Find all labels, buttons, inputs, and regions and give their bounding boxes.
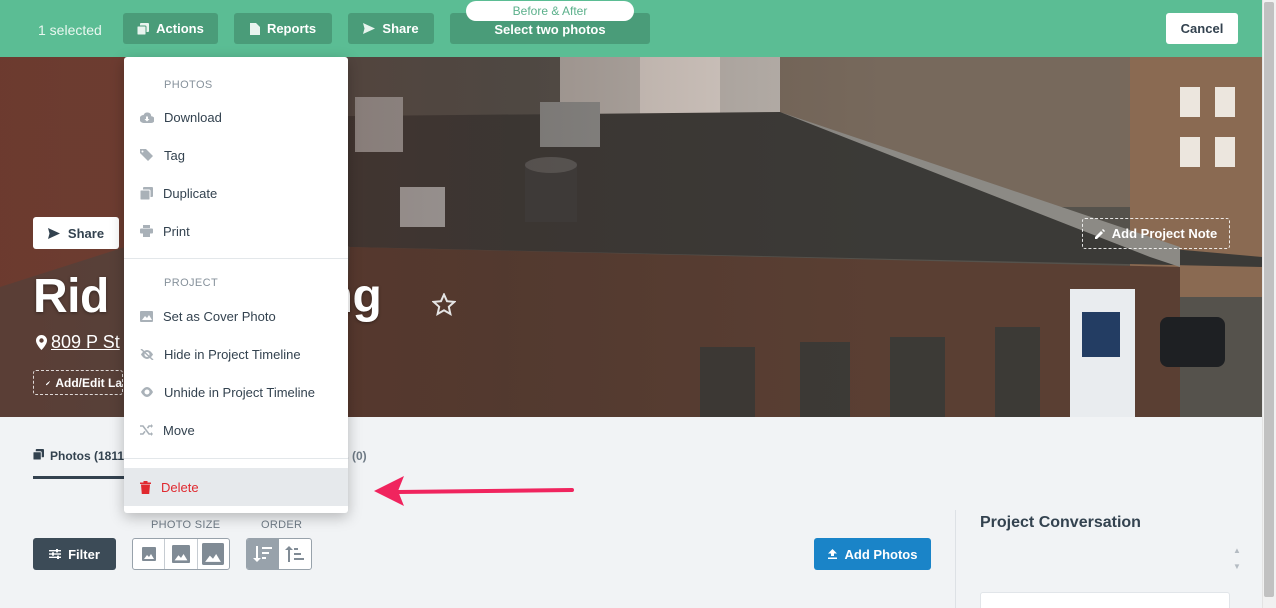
- conversation-scrollbar[interactable]: ▲ ▼: [1230, 543, 1244, 576]
- scroll-down-icon[interactable]: ▼: [1230, 559, 1244, 575]
- conversation-divider: [955, 510, 956, 608]
- reports-label: Reports: [266, 21, 317, 36]
- actions-label: Actions: [156, 21, 204, 36]
- actions-dropdown-menu: PHOTOS Download Tag Duplicate Print PROJ…: [124, 57, 348, 513]
- add-photos-label: Add Photos: [844, 546, 918, 562]
- menu-divider: [124, 458, 348, 459]
- star-icon[interactable]: [432, 293, 456, 316]
- menu-item-label: Hide in Project Timeline: [164, 346, 301, 362]
- image-large-icon: [202, 543, 225, 565]
- menu-item-delete[interactable]: Delete: [124, 468, 348, 506]
- before-after-badge: Before & After: [466, 1, 634, 21]
- reports-button[interactable]: Reports: [234, 13, 332, 44]
- project-address[interactable]: 809 P St: [36, 332, 120, 353]
- tab-photos-label: Photos (1811: [50, 449, 125, 463]
- send-icon: [363, 23, 376, 34]
- conversation-card: [980, 592, 1230, 608]
- menu-item-label: Unhide in Project Timeline: [164, 384, 316, 400]
- photos-icon: [33, 449, 44, 460]
- add-project-note-button[interactable]: Add Project Note: [1082, 218, 1230, 249]
- image-small-icon: [141, 547, 156, 561]
- filter-button[interactable]: Filter: [33, 538, 116, 570]
- address-text: 809 P St: [51, 332, 120, 352]
- tag-icon: [140, 149, 153, 161]
- send-icon: [47, 227, 60, 239]
- hero-share-label: Share: [67, 225, 105, 241]
- annotation-arrow-icon: [374, 476, 574, 506]
- menu-item-label: Set as Cover Photo: [163, 308, 276, 324]
- menu-item-duplicate[interactable]: Duplicate: [124, 174, 348, 212]
- selection-toolbar: 1 selected Actions Reports Share Select …: [0, 0, 1262, 57]
- add-edit-labels-button[interactable]: Add/Edit La: [33, 370, 123, 395]
- pencil-icon: [46, 380, 51, 385]
- order-descending[interactable]: [247, 539, 279, 569]
- menu-item-delete-label: Delete: [161, 479, 199, 495]
- actions-button[interactable]: Actions: [123, 13, 218, 44]
- document-icon: [249, 22, 260, 35]
- cancel-button[interactable]: Cancel: [1166, 13, 1238, 44]
- share-label: Share: [382, 21, 419, 36]
- menu-item-label: Move: [163, 422, 195, 438]
- menu-item-label: Tag: [164, 147, 185, 163]
- menu-item-download[interactable]: Download: [124, 98, 348, 136]
- photo-size-medium[interactable]: [165, 539, 198, 569]
- sort-descending-icon: [253, 546, 272, 562]
- hero-share-button[interactable]: Share: [33, 217, 119, 249]
- menu-item-label: Print: [163, 223, 190, 239]
- scroll-up-icon[interactable]: ▲: [1230, 543, 1244, 559]
- menu-item-tag[interactable]: Tag: [124, 136, 348, 174]
- photo-size-small[interactable]: [133, 539, 166, 569]
- photo-size-large[interactable]: [198, 539, 229, 569]
- add-edit-labels-label: Add/Edit La: [55, 375, 122, 390]
- duplicate-icon: [140, 186, 153, 200]
- eye-slash-icon: [140, 348, 154, 360]
- eye-icon: [141, 387, 153, 397]
- photo-size-label: PHOTO SIZE: [151, 519, 221, 531]
- share-button[interactable]: Share: [348, 13, 434, 44]
- project-title-start: Rid: [33, 270, 109, 323]
- selected-count: 1 selected: [38, 22, 102, 38]
- map-pin-icon: [36, 335, 47, 350]
- filter-label: Filter: [68, 546, 100, 562]
- upload-icon: [827, 549, 837, 559]
- menu-item-label: Download: [164, 109, 222, 125]
- order-label: ORDER: [261, 519, 303, 531]
- menu-heading-photos: PHOTOS: [164, 79, 213, 91]
- sort-ascending-icon: [285, 546, 304, 562]
- order-ascending[interactable]: [279, 539, 311, 569]
- select-two-label: Select two photos: [494, 22, 606, 37]
- cloud-download-icon: [140, 111, 154, 123]
- menu-item-unhide-in-timeline[interactable]: Unhide in Project Timeline: [124, 373, 348, 411]
- menu-item-set-cover-photo[interactable]: Set as Cover Photo: [124, 297, 348, 335]
- menu-heading-project: PROJECT: [164, 277, 219, 289]
- sliders-icon: [49, 549, 62, 559]
- photos-icon: [137, 22, 150, 35]
- menu-divider: [124, 258, 348, 259]
- image-icon: [140, 310, 153, 322]
- print-icon: [140, 225, 153, 237]
- menu-item-print[interactable]: Print: [124, 212, 348, 250]
- photo-size-selector: [132, 538, 230, 570]
- menu-item-move[interactable]: Move: [124, 411, 348, 449]
- image-medium-icon: [171, 545, 190, 563]
- trash-icon: [140, 480, 151, 494]
- add-project-note-label: Add Project Note: [1111, 226, 1218, 241]
- order-selector: [246, 538, 312, 570]
- add-photos-button[interactable]: Add Photos: [814, 538, 931, 570]
- menu-item-label: Duplicate: [163, 185, 218, 201]
- pencil-icon: [1094, 228, 1105, 239]
- menu-item-hide-in-timeline[interactable]: Hide in Project Timeline: [124, 335, 348, 373]
- page-scrollbar-thumb[interactable]: [1264, 2, 1274, 597]
- conversation-title: Project Conversation: [980, 514, 1141, 531]
- shuffle-icon: [140, 424, 153, 436]
